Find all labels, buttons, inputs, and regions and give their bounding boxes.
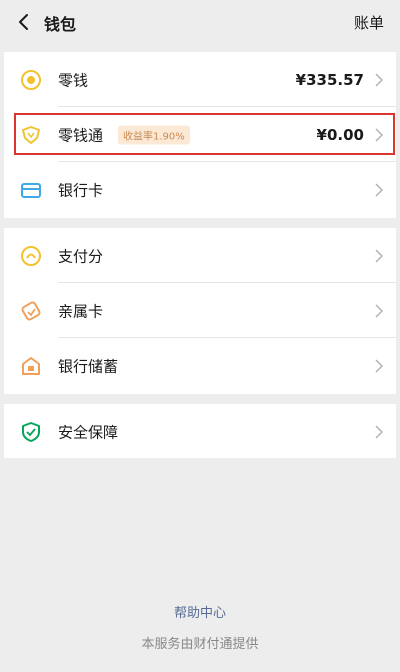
chevron-right-icon (375, 303, 384, 318)
row-label: 零钱通 (58, 126, 104, 144)
shield-icon (22, 421, 40, 442)
wallet-group-balance: 零钱 ¥335.57 零钱通 收益率1.90% ¥0.00 银行卡 (4, 52, 396, 218)
help-center-link[interactable]: 帮助中心 (0, 602, 400, 621)
score-icon (21, 245, 41, 266)
wallet-page: 钱包 账单 零钱 ¥335.57 零钱通 收益率1.90% ¥0.00 银行卡 … (0, 0, 400, 672)
row-bank-savings[interactable]: 银行储蓄 (4, 338, 396, 393)
wallet-group-security: 安全保障 (4, 404, 396, 458)
balance-value: ¥0.00 (316, 125, 364, 144)
row-security[interactable]: 安全保障 (4, 404, 396, 459)
row-label: 零钱 (58, 71, 89, 89)
row-payment-score[interactable]: 支付分 (4, 228, 396, 283)
row-change[interactable]: 零钱 ¥335.57 (4, 52, 396, 107)
back-arrow-icon[interactable] (14, 12, 34, 32)
balance-value: ¥335.57 (295, 70, 364, 89)
row-family-card[interactable]: 亲属卡 (4, 283, 396, 338)
header: 钱包 账单 (0, 0, 400, 44)
chevron-right-icon (375, 248, 384, 263)
card-icon (21, 182, 41, 198)
yield-badge: 收益率1.90% (118, 125, 190, 144)
row-label: 银行卡 (58, 181, 104, 199)
chevron-right-icon (375, 358, 384, 373)
row-bank-card[interactable]: 银行卡 (4, 162, 396, 217)
row-label: 支付分 (58, 247, 104, 265)
chevron-right-icon (375, 127, 384, 142)
savings-icon (22, 356, 40, 375)
bill-button[interactable]: 账单 (354, 12, 384, 33)
wallet-group-services: 支付分 亲属卡 银行储蓄 (4, 228, 396, 394)
diamond-icon (22, 125, 40, 144)
coin-icon (21, 69, 41, 90)
chevron-right-icon (375, 424, 384, 439)
chevron-right-icon (375, 72, 384, 87)
chevron-right-icon (375, 182, 384, 197)
page-title: 钱包 (44, 15, 77, 34)
family-card-icon (21, 301, 41, 320)
row-lingqiantong[interactable]: 零钱通 收益率1.90% ¥0.00 (4, 107, 396, 162)
row-label: 银行储蓄 (58, 357, 119, 375)
provider-note: 本服务由财付通提供 (141, 637, 259, 652)
row-label: 亲属卡 (58, 302, 104, 320)
row-label: 安全保障 (58, 423, 119, 441)
